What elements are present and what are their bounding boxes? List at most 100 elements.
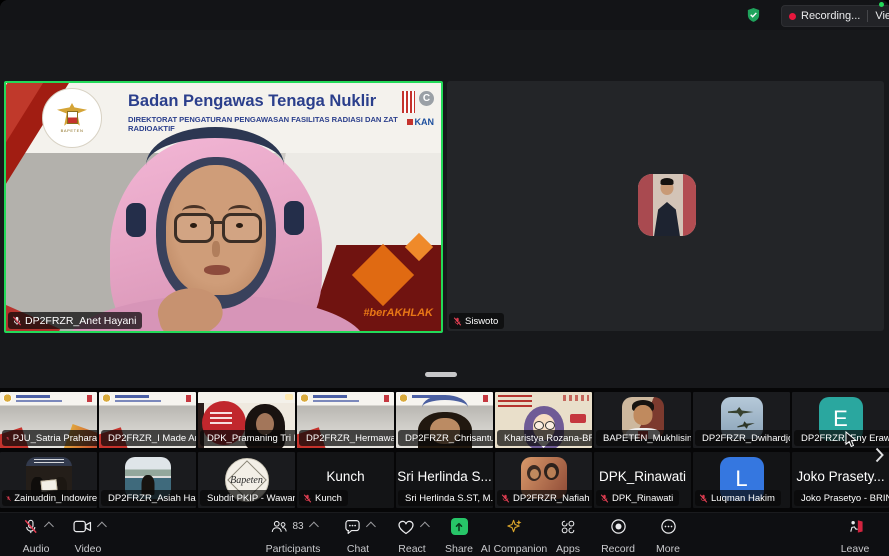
video-button[interactable]: Video bbox=[62, 517, 114, 555]
gallery-resize-handle[interactable] bbox=[425, 372, 457, 377]
participant-name: Kunch bbox=[315, 493, 342, 504]
gallery-tile[interactable]: DP2FRZR_Dwihardjo... bbox=[693, 392, 790, 448]
gallery-tile[interactable]: DP2FRZR_I Made Ard... bbox=[99, 392, 196, 448]
apps-button[interactable]: Apps bbox=[548, 517, 588, 555]
meeting-toolbar: Audio Video 83 Participants Chat React S… bbox=[0, 512, 889, 556]
scene-shape bbox=[102, 394, 111, 403]
gallery-tile[interactable]: PJU_Satria Prahara bbox=[0, 392, 97, 448]
gallery-tile[interactable]: Zainuddin_Indowire bbox=[0, 452, 97, 508]
gallery-next-page-button[interactable] bbox=[875, 447, 884, 463]
recording-dot-icon bbox=[789, 13, 796, 20]
participant-name-pill: Sri Herlinda S.ST, M.Si bbox=[398, 490, 493, 506]
gallery-tile[interactable]: Bapeten Subdit PKIP - Wawan... bbox=[198, 452, 295, 508]
scene-shape bbox=[683, 174, 696, 236]
participant-name: PJU_Satria Prahara bbox=[13, 433, 97, 444]
cert-circle-icon: C bbox=[419, 91, 434, 106]
participant-name: Kharistya Rozana-BRIN bbox=[504, 433, 592, 444]
participant-name: DP2FRZR_Hermawan... bbox=[306, 433, 394, 444]
avatar bbox=[638, 174, 696, 236]
scene-shape bbox=[16, 400, 62, 402]
record-icon bbox=[610, 518, 627, 535]
chevron-up-icon[interactable] bbox=[43, 522, 53, 532]
react-button[interactable]: React bbox=[388, 517, 436, 555]
certification-logos: C bbox=[402, 91, 434, 113]
ai-companion-button[interactable]: AI Companion bbox=[484, 517, 544, 555]
scene-shape bbox=[633, 405, 652, 425]
record-button[interactable]: Record bbox=[594, 517, 642, 555]
scene-shape bbox=[115, 400, 161, 402]
participant-name-pill: BAPETEN_Mukhlisin bbox=[596, 430, 691, 446]
video-background: #berAKHLAK bbox=[6, 153, 441, 331]
gallery-tile[interactable]: E DP2FRZR_Eny Erawati bbox=[792, 392, 889, 448]
chat-button[interactable]: Chat bbox=[334, 517, 382, 555]
scene-shape bbox=[313, 400, 359, 402]
top-bar: Recording... View bbox=[0, 0, 889, 30]
heart-icon bbox=[397, 519, 415, 535]
mic-muted-icon bbox=[6, 494, 11, 503]
participant-name-pill: Siswoto bbox=[449, 313, 504, 329]
leave-door-icon bbox=[846, 518, 865, 535]
scene-shape bbox=[638, 174, 653, 236]
scene-shape bbox=[186, 395, 191, 402]
chevron-up-icon[interactable] bbox=[365, 522, 375, 532]
gallery-tile[interactable]: Kunch Kunch bbox=[297, 452, 394, 508]
participant-name-pill: DP2FRZR_I Made Ard... bbox=[101, 430, 196, 446]
leave-button[interactable]: Leave bbox=[829, 517, 881, 555]
mic-muted-icon bbox=[600, 494, 609, 503]
participant-name: DP2FRZR_Dwihardjo... bbox=[702, 433, 790, 444]
participant-name: DP2FRZR_Asiah Has... bbox=[108, 493, 196, 504]
gallery-tile[interactable]: Kharistya Rozana-BRIN bbox=[495, 392, 592, 448]
chevron-up-icon[interactable] bbox=[96, 522, 106, 532]
scene-shape bbox=[87, 395, 92, 402]
chevron-up-icon[interactable] bbox=[309, 522, 319, 532]
active-speaker-tile[interactable]: #berAKHLAK BAPETEN Badan Pengawas Tenaga… bbox=[4, 81, 443, 333]
mic-muted-icon bbox=[501, 494, 510, 503]
banner-subtitle: DIREKTORAT PENGATURAN PENGAWASAN FASILIT… bbox=[128, 115, 428, 133]
scene-shape bbox=[16, 395, 50, 398]
gallery-tile[interactable]: L Luqman Hakim bbox=[693, 452, 790, 508]
participant-name-pill: DP2FRZR_Dwihardjo... bbox=[695, 430, 790, 446]
participant-name: DP2FRZR_Nafiah bbox=[513, 493, 590, 504]
participant-name-pill: DP2FRZR_Chrisantus... bbox=[398, 430, 493, 446]
gallery-tile[interactable]: BAPETEN_Mukhlisin bbox=[594, 392, 691, 448]
gallery-tile[interactable]: DPK_Pramaning Tri H... bbox=[198, 392, 295, 448]
leave-label: Leave bbox=[841, 543, 870, 555]
chevron-up-icon[interactable] bbox=[420, 522, 430, 532]
scene-shape bbox=[313, 395, 347, 398]
scene-shape bbox=[34, 459, 64, 464]
chat-icon bbox=[344, 519, 361, 535]
gallery-tile[interactable]: DP2FRZR_Asiah Has... bbox=[99, 452, 196, 508]
view-button[interactable]: View bbox=[875, 10, 889, 22]
participant-name: Sri Herlinda S.ST, M.Si bbox=[405, 493, 493, 504]
chat-label: Chat bbox=[347, 543, 369, 555]
participant-name: Subdit PKIP - Wawan... bbox=[207, 493, 295, 504]
participant-name-pill: DPK_Pramaning Tri H... bbox=[200, 430, 295, 446]
security-shield-icon[interactable] bbox=[746, 7, 761, 23]
more-icon bbox=[660, 518, 677, 535]
gallery-tile[interactable]: DPK_Rinawati DPK_Rinawati bbox=[594, 452, 691, 508]
participant-name-pill: Kharistya Rozana-BRIN bbox=[497, 430, 592, 446]
scene-shape bbox=[399, 394, 408, 403]
divider bbox=[867, 10, 868, 22]
gallery-tile[interactable]: DP2FRZR_Nafiah bbox=[495, 452, 592, 508]
audio-button[interactable]: Audio bbox=[10, 517, 62, 555]
share-button[interactable]: Share bbox=[438, 517, 480, 555]
participant-name-pill: Joko Prasetyo - BRIN bbox=[794, 490, 889, 506]
scene-shape bbox=[661, 178, 674, 185]
scene-shape bbox=[422, 395, 468, 420]
bapeten-logo: BAPETEN bbox=[42, 88, 102, 148]
logo-text: BAPETEN bbox=[61, 128, 84, 133]
gallery-tile[interactable]: DP2FRZR_Hermawan... bbox=[297, 392, 394, 448]
participants-button[interactable]: 83 Participants bbox=[260, 517, 326, 555]
participant-name: Luqman Hakim bbox=[711, 493, 775, 504]
scene-shape bbox=[483, 395, 488, 402]
logo-script-text: Bapeten bbox=[230, 475, 263, 486]
share-label: Share bbox=[445, 543, 473, 555]
apps-icon bbox=[560, 519, 576, 535]
gallery-tile[interactable]: DP2FRZR_Chrisantus... bbox=[396, 392, 493, 448]
more-button[interactable]: More bbox=[646, 517, 690, 555]
display-name: Joko Prasety... bbox=[792, 469, 889, 484]
participant-tile-siswoto[interactable]: Siswoto bbox=[447, 81, 884, 331]
recording-status: Recording... bbox=[801, 10, 860, 22]
gallery-tile[interactable]: Sri Herlinda S... Sri Herlinda S.ST, M.S… bbox=[396, 452, 493, 508]
